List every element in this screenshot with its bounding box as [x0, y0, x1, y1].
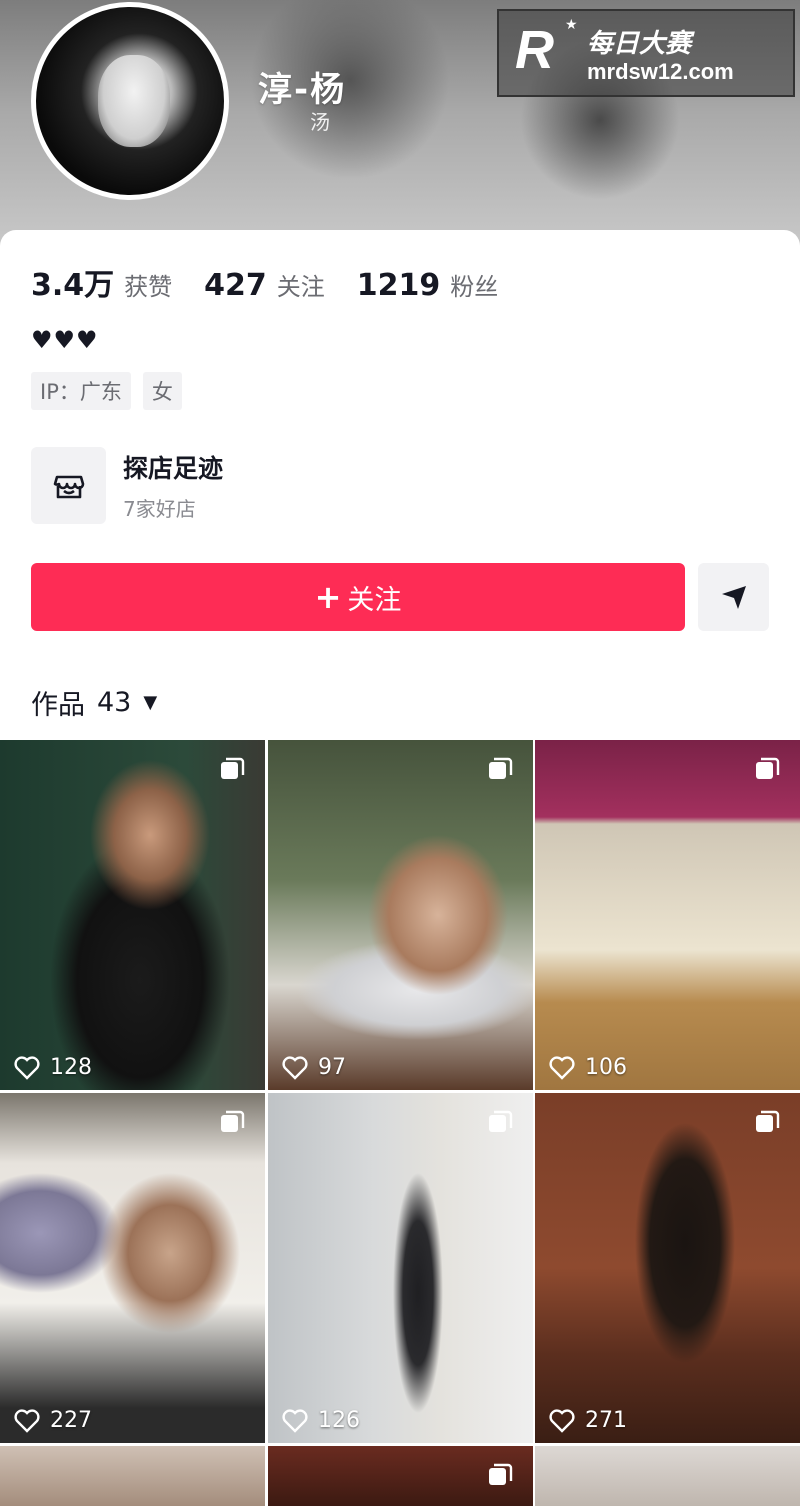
stat-likes-label: 获赞	[124, 273, 173, 301]
post-tile[interactable]: 106	[535, 740, 800, 1090]
post-tile[interactable]: 126	[268, 1093, 533, 1443]
footprint-title: 探店足迹	[123, 454, 224, 483]
post-tile[interactable]: 227	[0, 1093, 265, 1443]
heart-icon	[14, 1408, 40, 1433]
post-tile[interactable]	[268, 1446, 533, 1506]
heart-icon	[14, 1055, 40, 1080]
post-likes: 97	[282, 1055, 346, 1080]
post-likes-count: 271	[585, 1408, 627, 1433]
works-label: 作品	[31, 690, 85, 721]
post-likes-count: 227	[50, 1408, 92, 1433]
follow-button[interactable]: + 关注	[31, 563, 685, 631]
stat-followers-value: 1219	[356, 268, 441, 303]
post-likes: 126	[282, 1408, 360, 1433]
post-tile[interactable]	[535, 1446, 800, 1506]
stat-following[interactable]: 427 关注	[204, 267, 325, 303]
footprint-subtitle: 7家好店	[123, 497, 196, 521]
multi-image-icon	[489, 1110, 513, 1132]
profile-bio: ♥♥♥	[31, 326, 99, 354]
footprint-text: 探店足迹 7家好店	[123, 449, 223, 522]
works-count: 43	[97, 687, 132, 718]
plus-icon: +	[314, 578, 342, 616]
avatar-face	[98, 55, 170, 147]
post-likes-count: 106	[585, 1055, 627, 1080]
watermark-url: mrdsw12.com	[587, 59, 734, 84]
heart-icon	[282, 1055, 308, 1080]
post-likes: 106	[549, 1055, 627, 1080]
post-tile[interactable]: 97	[268, 740, 533, 1090]
multi-image-icon	[221, 757, 245, 779]
stat-following-label: 关注	[276, 273, 325, 301]
heart-icon	[549, 1055, 575, 1080]
stat-followers[interactable]: 1219 粉丝	[357, 267, 499, 303]
profile-card: 3.4万 获赞 427 关注 1219 粉丝 ♥♥♥ IP：广东 女 探店足迹 …	[0, 230, 800, 740]
multi-image-icon	[489, 1463, 513, 1485]
profile-subname: 汤	[310, 110, 330, 134]
heart-icon	[549, 1408, 575, 1433]
shop-icon	[31, 447, 106, 524]
tag-ip: IP：广东	[31, 372, 131, 410]
send-icon	[721, 586, 746, 609]
post-likes-count: 128	[50, 1055, 92, 1080]
store-footprint[interactable]: 探店足迹 7家好店	[31, 447, 223, 524]
works-grid: 128 97 106 227 126 271	[0, 740, 800, 1506]
post-tile[interactable]: 128	[0, 740, 265, 1090]
send-message-button[interactable]	[698, 563, 769, 631]
profile-stats: 3.4万 获赞 427 关注 1219 粉丝	[31, 260, 530, 304]
watermark: R ★ 每日大赛 mrdsw12.com	[497, 9, 795, 97]
post-likes-count: 97	[318, 1055, 346, 1080]
post-likes: 128	[14, 1055, 92, 1080]
star-icon: ★	[565, 17, 578, 33]
stat-likes-value: 3.4万	[31, 268, 115, 303]
post-likes-count: 126	[318, 1408, 360, 1433]
stat-followers-label: 粉丝	[450, 273, 499, 301]
post-tile[interactable]	[0, 1446, 265, 1506]
caret-down-icon: ▼	[143, 692, 158, 713]
stat-following-value: 427	[204, 268, 267, 303]
post-likes: 227	[14, 1408, 92, 1433]
avatar[interactable]	[31, 2, 229, 200]
post-tile[interactable]: 271	[535, 1093, 800, 1443]
stat-likes: 3.4万 获赞	[31, 260, 172, 304]
multi-image-icon	[489, 757, 513, 779]
tag-gender: 女	[142, 372, 182, 410]
multi-image-icon	[221, 1110, 245, 1132]
post-likes: 271	[549, 1408, 627, 1433]
profile-tags: IP：广东 女	[31, 372, 194, 410]
works-tab[interactable]: 作品 43 ▼	[31, 683, 157, 722]
watermark-brand: 每日大赛	[587, 29, 692, 59]
follow-button-label: 关注	[347, 584, 402, 616]
watermark-logo: R	[515, 20, 554, 80]
profile-nickname: 淳-杨	[258, 70, 347, 110]
multi-image-icon	[756, 1110, 780, 1132]
heart-icon	[282, 1408, 308, 1433]
multi-image-icon	[756, 757, 780, 779]
